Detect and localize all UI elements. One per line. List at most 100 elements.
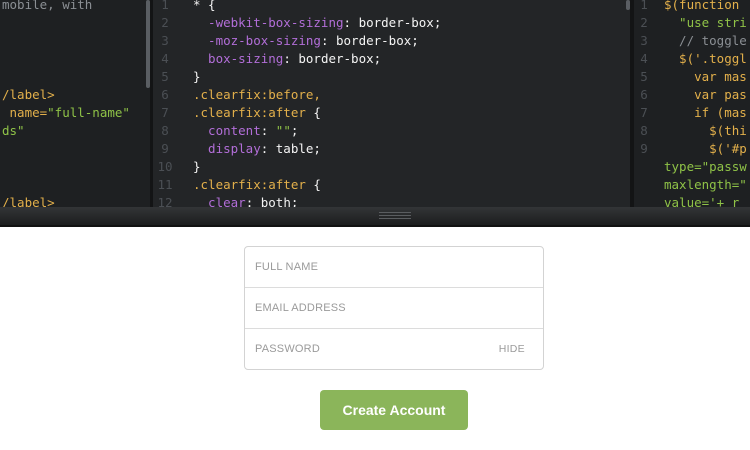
- code-line: 11 .clearfix:after {: [153, 176, 630, 194]
- code-token: mobile, with: [2, 0, 93, 12]
- code-token: : table;: [260, 141, 321, 156]
- code-token: var mas: [664, 69, 747, 84]
- js-pane[interactable]: 1 $(function 2 "use stri 3 // toggle 4 $('.t…: [634, 0, 750, 207]
- code-text: }: [193, 158, 201, 176]
- css-pane[interactable]: 1 * {2 -webkit-box-sizing: border-box; 3 -…: [153, 0, 630, 207]
- code-text: ds": [2, 122, 25, 140]
- resize-grip-icon[interactable]: [379, 212, 411, 219]
- code-text: -webkit-box-sizing: border-box;: [193, 14, 441, 32]
- code-token: $('.toggl: [664, 51, 747, 66]
- line-number: 9: [640, 141, 648, 156]
- code-token: -moz-box-sizing: [193, 33, 321, 48]
- code-token: }: [193, 69, 201, 84]
- code-token: -webkit-box-sizing: [193, 15, 344, 30]
- code-token: display: [193, 141, 261, 156]
- line-number: 3: [161, 33, 169, 48]
- code-editor: mobile, with/label> name="full-name" ds" /…: [0, 0, 750, 207]
- code-line: 3 -moz-box-sizing: border-box;: [153, 32, 630, 50]
- code-line: 7 .clearfix:after {: [153, 104, 630, 122]
- code-text: mobile, with: [2, 0, 92, 14]
- line-number: 1: [161, 0, 169, 12]
- css-code: 1 * {2 -webkit-box-sizing: border-box; 3 -…: [153, 0, 630, 207]
- code-token: : border-box;: [343, 15, 442, 30]
- code-line: mobile, with: [0, 0, 150, 14]
- line-number: 11: [157, 177, 173, 192]
- html-pane[interactable]: mobile, with/label> name="full-name" ds" /…: [0, 0, 150, 207]
- code-token: : border-box;: [283, 51, 382, 66]
- code-text: box-sizing: border-box;: [193, 50, 381, 68]
- email-input[interactable]: [245, 288, 543, 328]
- code-line: /label>: [0, 194, 150, 207]
- code-line: 6 .clearfix:before,: [153, 86, 630, 104]
- code-token: clear: [193, 195, 246, 207]
- line-number: 4: [161, 51, 169, 66]
- line-number: 2: [161, 15, 169, 30]
- signup-form: HIDE: [244, 246, 544, 370]
- full-name-input[interactable]: [245, 247, 543, 287]
- code-line: 6 var pas: [634, 86, 750, 104]
- code-token: /label>: [2, 195, 55, 207]
- code-token: /label>: [2, 87, 55, 102]
- code-token: type="passw: [664, 159, 747, 174]
- password-row: HIDE: [245, 329, 543, 369]
- hide-password-toggle[interactable]: HIDE: [499, 343, 525, 355]
- line-number: 3: [640, 33, 648, 48]
- code-text: // toggle: [664, 32, 747, 50]
- code-line: 8 $(thi: [634, 122, 750, 140]
- code-text: $(thi: [664, 122, 747, 140]
- line-number: 12: [157, 195, 173, 207]
- code-token: content: [193, 123, 261, 138]
- full-name-row: [245, 247, 543, 288]
- code-token: {: [305, 177, 321, 192]
- line-number: 1: [640, 0, 648, 12]
- code-line: 9 $('#p: [634, 140, 750, 158]
- code-line: 12 clear: both;: [153, 194, 630, 207]
- code-line: 2 -webkit-box-sizing: border-box;: [153, 14, 630, 32]
- code-token: name=: [2, 105, 48, 120]
- line-number: 7: [161, 105, 169, 120]
- code-text: display: table;: [193, 140, 321, 158]
- code-token: {: [305, 105, 321, 120]
- code-text: /label>: [2, 194, 55, 207]
- code-line: 9 display: table;: [153, 140, 630, 158]
- code-text: var mas: [664, 68, 747, 86]
- code-token: box-sizing: [193, 51, 284, 66]
- line-number: 4: [640, 51, 648, 66]
- code-token: :: [260, 123, 276, 138]
- code-text: clear: both;: [193, 194, 298, 207]
- code-token: var pas: [664, 87, 747, 102]
- resize-bar[interactable]: [0, 207, 750, 227]
- code-line: 7 if (mas: [634, 104, 750, 122]
- line-number: 6: [161, 87, 169, 102]
- code-token: "use stri: [664, 15, 747, 30]
- create-account-button[interactable]: Create Account: [320, 390, 468, 430]
- code-token: maxlength=": [664, 177, 747, 192]
- code-text: value='+ r: [664, 194, 739, 207]
- code-text: "use stri: [664, 14, 747, 32]
- code-text: $('#p: [664, 140, 747, 158]
- code-token: $(function: [664, 0, 740, 12]
- code-token: // toggle: [664, 33, 747, 48]
- code-text: .clearfix:before,: [193, 86, 321, 104]
- line-number: 8: [161, 123, 169, 138]
- code-token: .clearfix:after: [193, 177, 306, 192]
- code-text: $('.toggl: [664, 50, 747, 68]
- code-text: maxlength=": [664, 176, 747, 194]
- code-line: value='+ r: [634, 194, 750, 207]
- code-line: 8 content: "";: [153, 122, 630, 140]
- email-row: [245, 288, 543, 329]
- code-text: name="full-name": [2, 104, 130, 122]
- code-token: }: [193, 159, 201, 174]
- code-line: name="full-name": [0, 104, 150, 122]
- code-token: : both;: [245, 195, 299, 207]
- line-number: 5: [640, 69, 648, 84]
- code-line: 1 $(function: [634, 0, 750, 14]
- code-token: .clearfix:before,: [193, 87, 321, 102]
- code-text: content: "";: [193, 122, 298, 140]
- code-line: type="passw: [634, 158, 750, 176]
- code-token: ;: [290, 123, 299, 138]
- code-line: maxlength=": [634, 176, 750, 194]
